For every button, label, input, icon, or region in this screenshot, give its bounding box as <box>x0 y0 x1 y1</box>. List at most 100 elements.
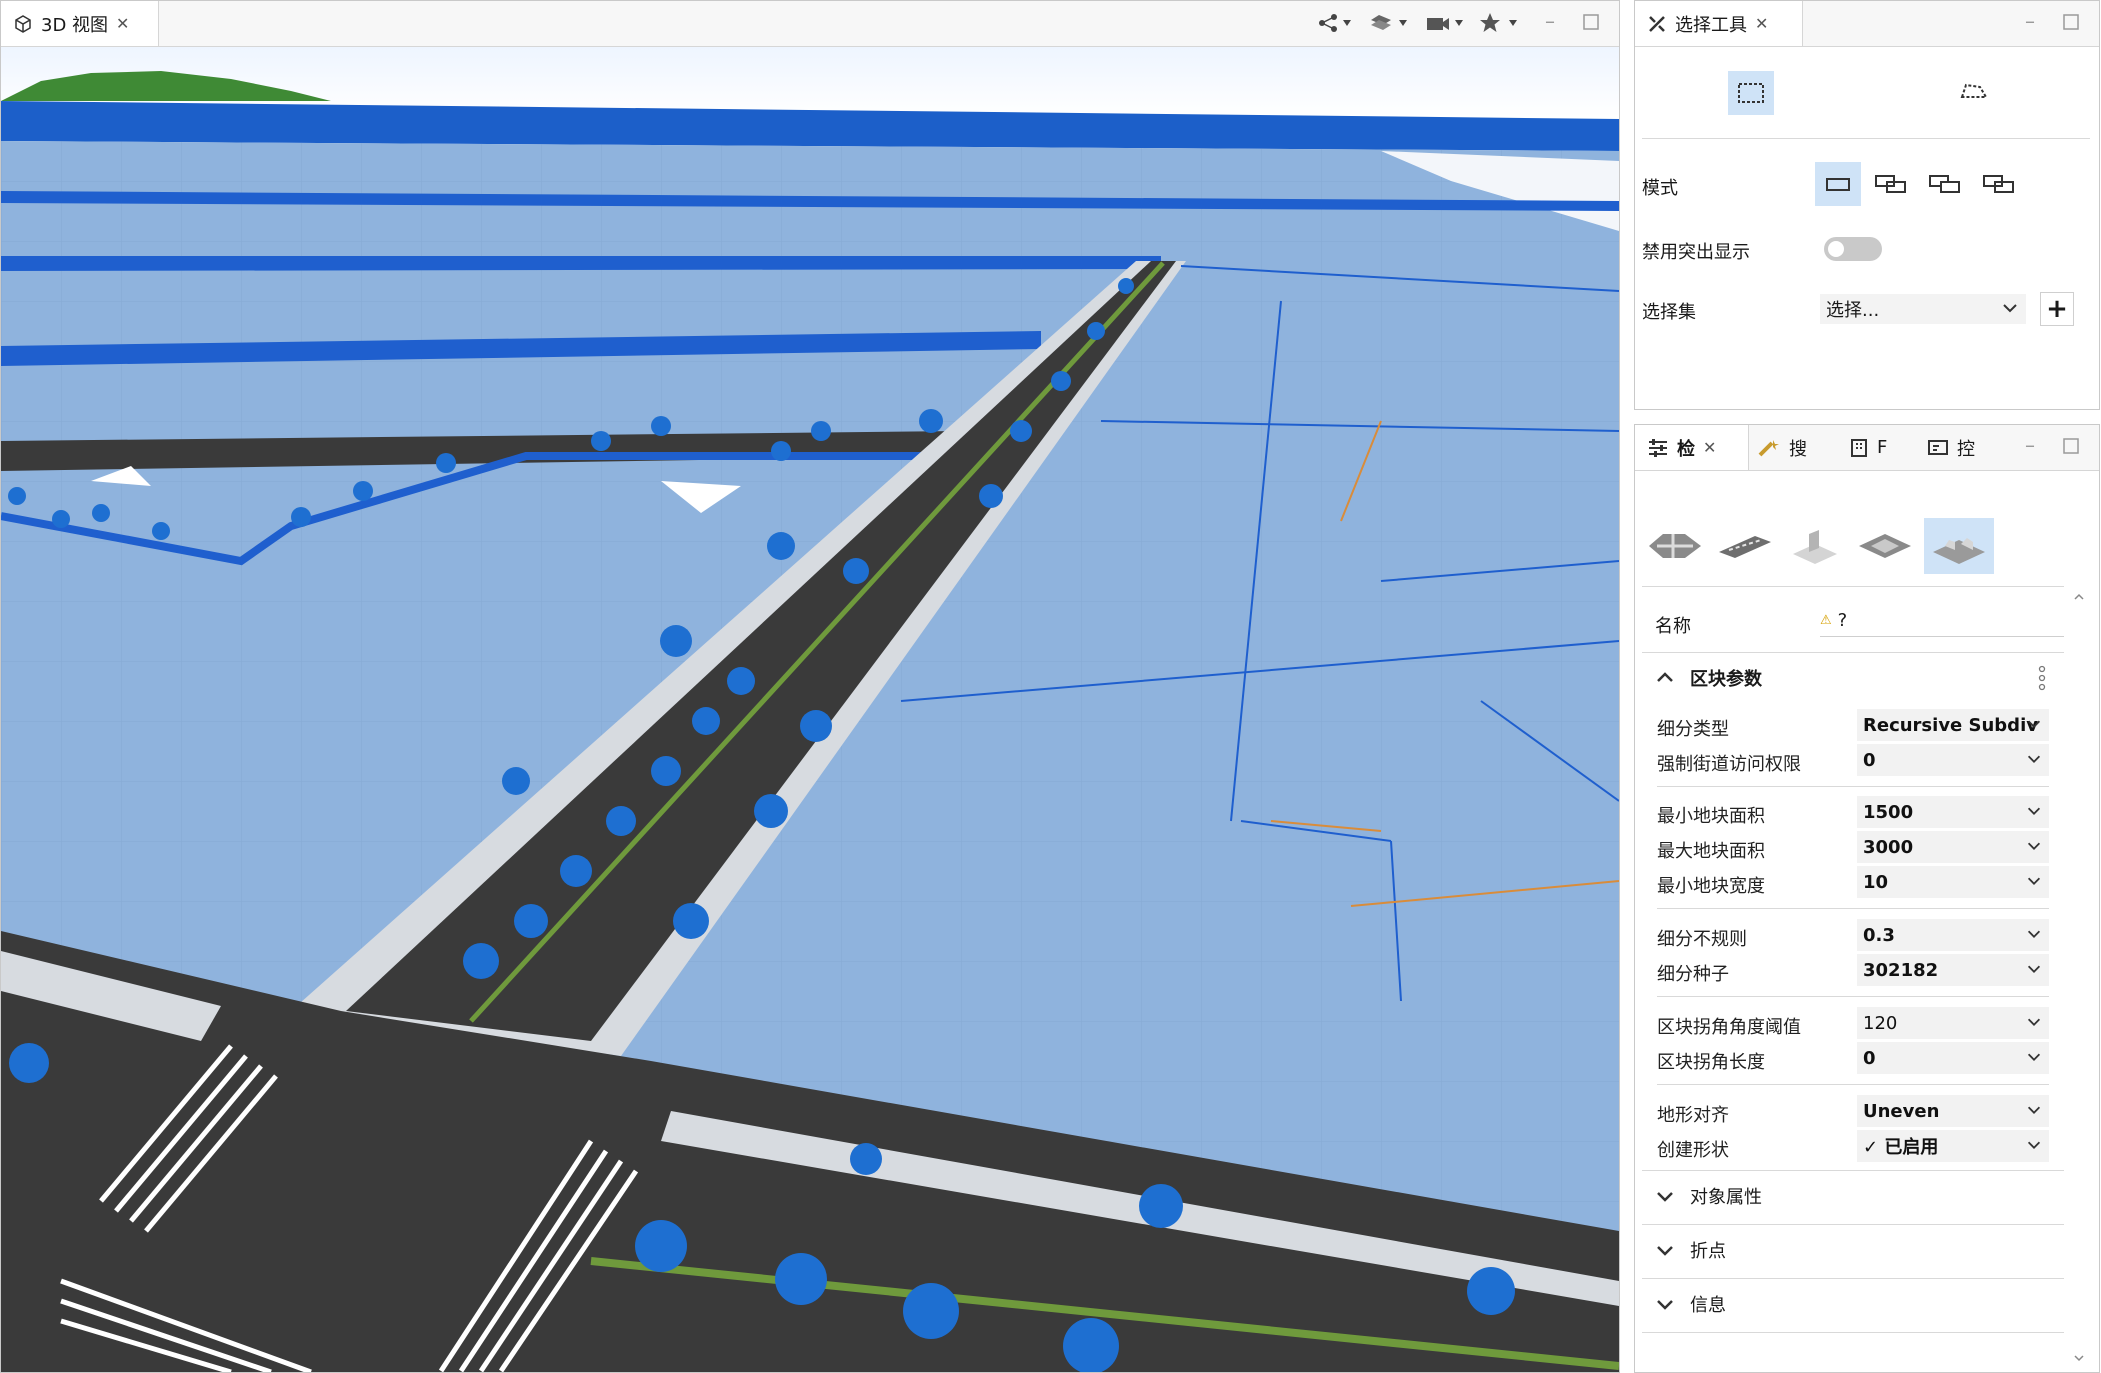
tab-select-tool[interactable]: 选择工具 ✕ <box>1635 1 1803 46</box>
chevron-down-icon <box>1657 1300 1673 1310</box>
param-corner-length[interactable]: 0 <box>1857 1042 2049 1074</box>
lot-icon <box>1859 534 1911 558</box>
param-seed[interactable]: 302182 <box>1857 954 2049 986</box>
tab-f[interactable]: F <box>1849 425 1887 470</box>
plus-icon: + <box>2046 294 2068 324</box>
selection-set-dropdown[interactable]: 选择... <box>1820 294 2026 324</box>
object-properties-header[interactable]: 对象属性 <box>1642 1170 2064 1222</box>
tab-inspector[interactable]: 检 ✕ <box>1635 425 1749 470</box>
tab-3d-view-label: 3D 视图 <box>41 14 109 36</box>
highlight-toggle[interactable] <box>1824 237 1882 261</box>
param-min-lot-area[interactable]: 1500 <box>1857 796 2049 828</box>
mode-subtract-button[interactable] <box>1922 162 1968 206</box>
block-params-title: 区块参数 <box>1690 669 1762 690</box>
tab-search[interactable]: 搜 <box>1757 425 1807 470</box>
minimize-icon[interactable]: – <box>1545 9 1555 33</box>
param-corner-angle[interactable]: 120 <box>1857 1007 2049 1039</box>
param-label-force-street-access: 强制街道访问权限 <box>1657 754 1801 775</box>
chevron-down-icon <box>2027 930 2041 938</box>
divider <box>1657 786 2049 787</box>
param-value: 0 <box>1863 1047 1876 1069</box>
chevron-down-icon <box>2003 304 2017 313</box>
param-max-lot-area[interactable]: 3000 <box>1857 831 2049 863</box>
param-irregularity[interactable]: 0.3 <box>1857 919 2049 951</box>
cube-icon <box>13 14 33 34</box>
street-segment-icon <box>1719 536 1771 558</box>
close-icon[interactable]: ✕ <box>116 14 129 33</box>
view3d-panel: 3D 视图 ✕ – <box>0 0 1620 1373</box>
shape-button[interactable] <box>1784 520 1846 572</box>
divider <box>1657 1084 2049 1085</box>
mode-label: 模式 <box>1642 178 1678 199</box>
console-icon <box>1927 438 1949 458</box>
param-label-irregularity: 细分不规则 <box>1657 929 1747 950</box>
close-icon[interactable]: ✕ <box>1755 14 1768 33</box>
param-label-corner-angle: 区块拐角角度阈值 <box>1657 1017 1801 1038</box>
vertices-title: 折点 <box>1690 1241 1726 1262</box>
tab-3d-view[interactable]: 3D 视图 ✕ <box>1 1 159 46</box>
param-subdivision-type[interactable]: Recursive Subdiv <box>1857 709 2049 741</box>
tools-icon <box>1647 14 1667 34</box>
chevron-down-icon <box>2027 755 2041 763</box>
mode-new-button[interactable] <box>1815 162 1861 206</box>
block-params-header[interactable]: 区块参数 <box>1642 652 2064 704</box>
maximize-icon[interactable] <box>1583 11 1599 35</box>
viewport-3d[interactable] <box>1 47 1619 1372</box>
minimize-icon[interactable]: – <box>2025 433 2035 457</box>
minimize-icon[interactable]: – <box>2025 9 2035 33</box>
graph-icon[interactable] <box>1317 12 1353 34</box>
param-value: 0 <box>1863 749 1876 771</box>
layers-icon[interactable] <box>1369 12 1409 34</box>
param-label-seed: 细分种子 <box>1657 964 1729 985</box>
tab-f-label: F <box>1877 437 1888 458</box>
warning-icon: ⚠ <box>1820 612 1832 628</box>
divider <box>1642 586 2064 587</box>
tab-console[interactable]: 控 <box>1927 425 1975 470</box>
param-create-shapes[interactable]: ✓ 已启用 <box>1857 1130 2049 1162</box>
close-icon[interactable]: ✕ <box>1703 438 1716 457</box>
add-selection-set-button[interactable]: + <box>2040 292 2074 326</box>
info-title: 信息 <box>1690 1295 1726 1316</box>
vertices-header[interactable]: 折点 <box>1642 1224 2064 1276</box>
mode-add-button[interactable] <box>1868 162 1914 206</box>
street-network-icon <box>1649 534 1701 558</box>
name-field[interactable]: ⚠ ? <box>1820 604 2064 637</box>
param-min-lot-width[interactable]: 10 <box>1857 866 2049 898</box>
param-value: 3000 <box>1863 836 1914 858</box>
block-icon <box>1933 538 1985 564</box>
chevron-down-icon <box>1657 1192 1673 1202</box>
param-label-subdivision-type: 细分类型 <box>1657 719 1729 740</box>
mode-intersect-icon <box>1983 175 2014 193</box>
lasso-select-button[interactable] <box>1950 71 1996 115</box>
tab-inspector-label: 检 <box>1677 438 1695 460</box>
maximize-icon[interactable] <box>2063 11 2079 35</box>
divider <box>1657 908 2049 909</box>
param-value: 120 <box>1863 1012 1898 1034</box>
divider <box>1642 138 2090 139</box>
scroll-down-icon <box>2074 1355 2084 1362</box>
rect-select-button[interactable] <box>1728 71 1774 115</box>
maximize-icon[interactable] <box>2063 435 2079 459</box>
more-options-icon[interactable] <box>2037 665 2047 691</box>
name-label: 名称 <box>1655 616 1691 637</box>
param-force-street-access[interactable]: 0 <box>1857 744 2049 776</box>
info-header[interactable]: 信息 <box>1642 1278 2064 1330</box>
shape-extrude-icon <box>1793 530 1837 564</box>
camera-icon[interactable] <box>1425 12 1465 34</box>
lot-button[interactable] <box>1854 520 1916 572</box>
chevron-down-icon <box>2027 1018 2041 1026</box>
param-label-terrain-align: 地形对齐 <box>1657 1105 1729 1126</box>
divider <box>1657 996 2049 997</box>
sliders-icon <box>1647 438 1669 458</box>
param-terrain-align[interactable]: Uneven <box>1857 1095 2049 1127</box>
street-segment-button[interactable] <box>1714 520 1776 572</box>
chevron-down-icon <box>2027 1141 2041 1149</box>
rect-select-icon <box>1738 83 1764 103</box>
mode-intersect-button[interactable] <box>1976 162 2022 206</box>
inspector-scrollbar[interactable] <box>2072 590 2086 1365</box>
selection-set-label: 选择集 <box>1642 302 1696 323</box>
street-mode-button[interactable] <box>1644 520 1706 572</box>
block-button[interactable] <box>1924 518 1994 574</box>
chevron-down-icon <box>1657 1246 1673 1256</box>
star-icon[interactable] <box>1479 12 1519 34</box>
